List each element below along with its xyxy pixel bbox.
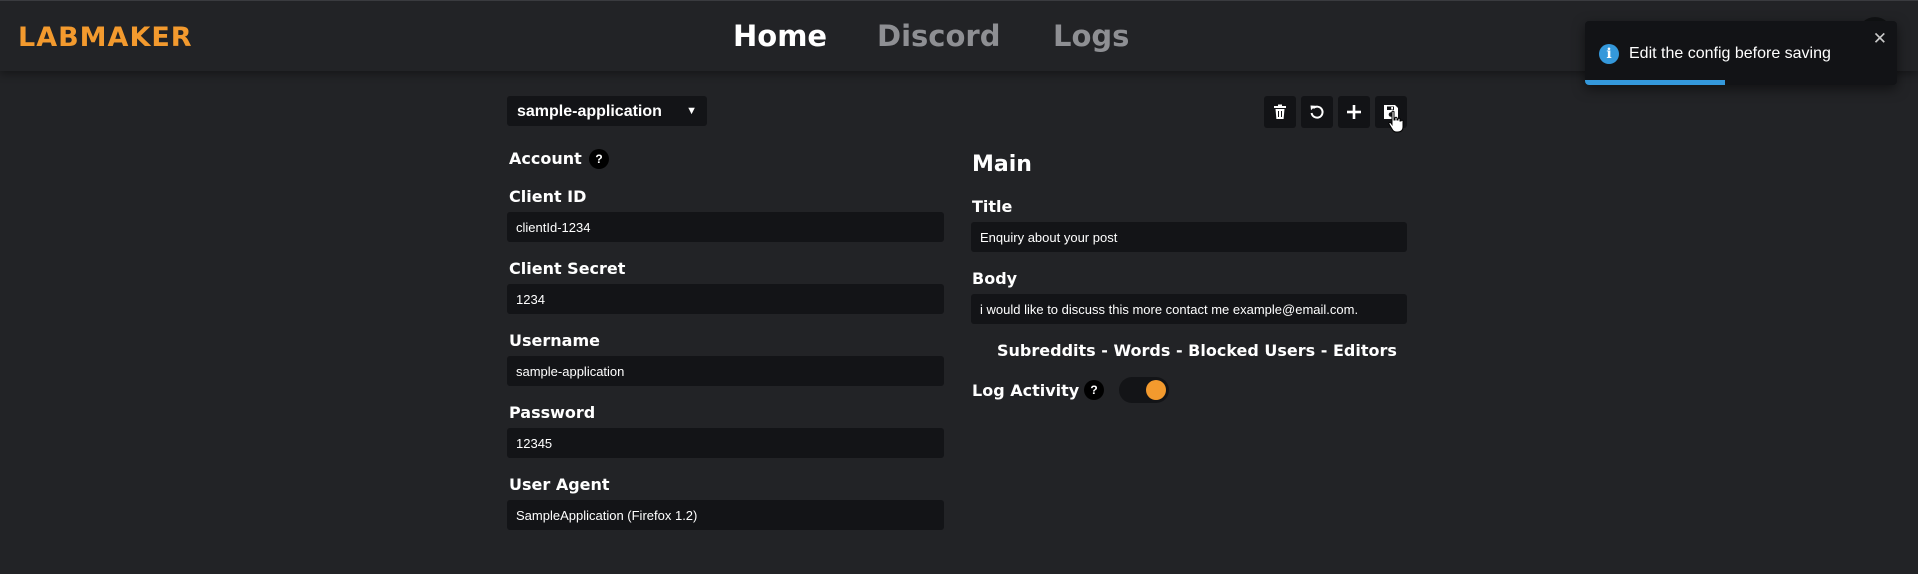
- toast-progress-bar: [1585, 80, 1726, 85]
- password-field[interactable]: [507, 428, 944, 458]
- subnav: Subreddits - Words - Blocked Users - Edi…: [997, 341, 1397, 360]
- brand-logo[interactable]: LABMAKER: [18, 22, 193, 53]
- toggle-knob: [1146, 380, 1166, 400]
- toast-message: Edit the config before saving: [1629, 45, 1831, 62]
- log-activity-toggle[interactable]: [1119, 377, 1169, 403]
- username-label: Username: [509, 331, 600, 350]
- subnav-blocked-users[interactable]: Blocked Users: [1188, 341, 1315, 360]
- account-help-icon[interactable]: ?: [589, 149, 609, 169]
- nav-logs[interactable]: Logs: [1053, 19, 1129, 53]
- nav-home[interactable]: Home: [733, 19, 827, 53]
- subnav-separator: -: [1095, 341, 1114, 360]
- main-heading: Main: [972, 152, 1032, 177]
- body-field[interactable]: [971, 294, 1407, 324]
- nav-discord[interactable]: Discord: [877, 19, 1000, 53]
- toast-notification: i Edit the config before saving ✕: [1585, 21, 1897, 85]
- close-icon[interactable]: ✕: [1873, 29, 1887, 49]
- caret-down-icon: ▼: [686, 105, 697, 117]
- trash-icon: [1274, 104, 1286, 119]
- plus-icon: [1347, 105, 1361, 119]
- title-field[interactable]: [971, 222, 1407, 252]
- application-select[interactable]: sample-application ▼: [507, 96, 707, 126]
- client-secret-label: Client Secret: [509, 259, 626, 278]
- add-button[interactable]: [1338, 96, 1370, 128]
- client-id-field[interactable]: [507, 212, 944, 242]
- log-activity-help-icon[interactable]: ?: [1084, 380, 1104, 400]
- subnav-subreddits[interactable]: Subreddits: [997, 341, 1096, 360]
- password-label: Password: [509, 403, 596, 422]
- username-field[interactable]: [507, 356, 944, 386]
- title-label: Title: [972, 197, 1013, 216]
- subnav-separator: -: [1315, 341, 1333, 360]
- subnav-separator: -: [1170, 341, 1189, 360]
- subnav-words[interactable]: Words: [1113, 341, 1170, 360]
- info-icon: i: [1599, 44, 1619, 64]
- undo-icon: [1310, 105, 1324, 119]
- body-label: Body: [972, 269, 1018, 288]
- client-secret-field[interactable]: [507, 284, 944, 314]
- client-id-label: Client ID: [509, 187, 587, 206]
- account-heading: Account: [509, 149, 582, 168]
- mouse-pointer-icon: [1388, 110, 1404, 133]
- application-select-value: sample-application: [517, 103, 662, 120]
- log-activity-label: Log Activity: [972, 381, 1080, 400]
- reset-button[interactable]: [1301, 96, 1333, 128]
- user-agent-field[interactable]: [507, 500, 944, 530]
- user-agent-label: User Agent: [509, 475, 610, 494]
- subnav-editors[interactable]: Editors: [1333, 341, 1397, 360]
- delete-button[interactable]: [1264, 96, 1296, 128]
